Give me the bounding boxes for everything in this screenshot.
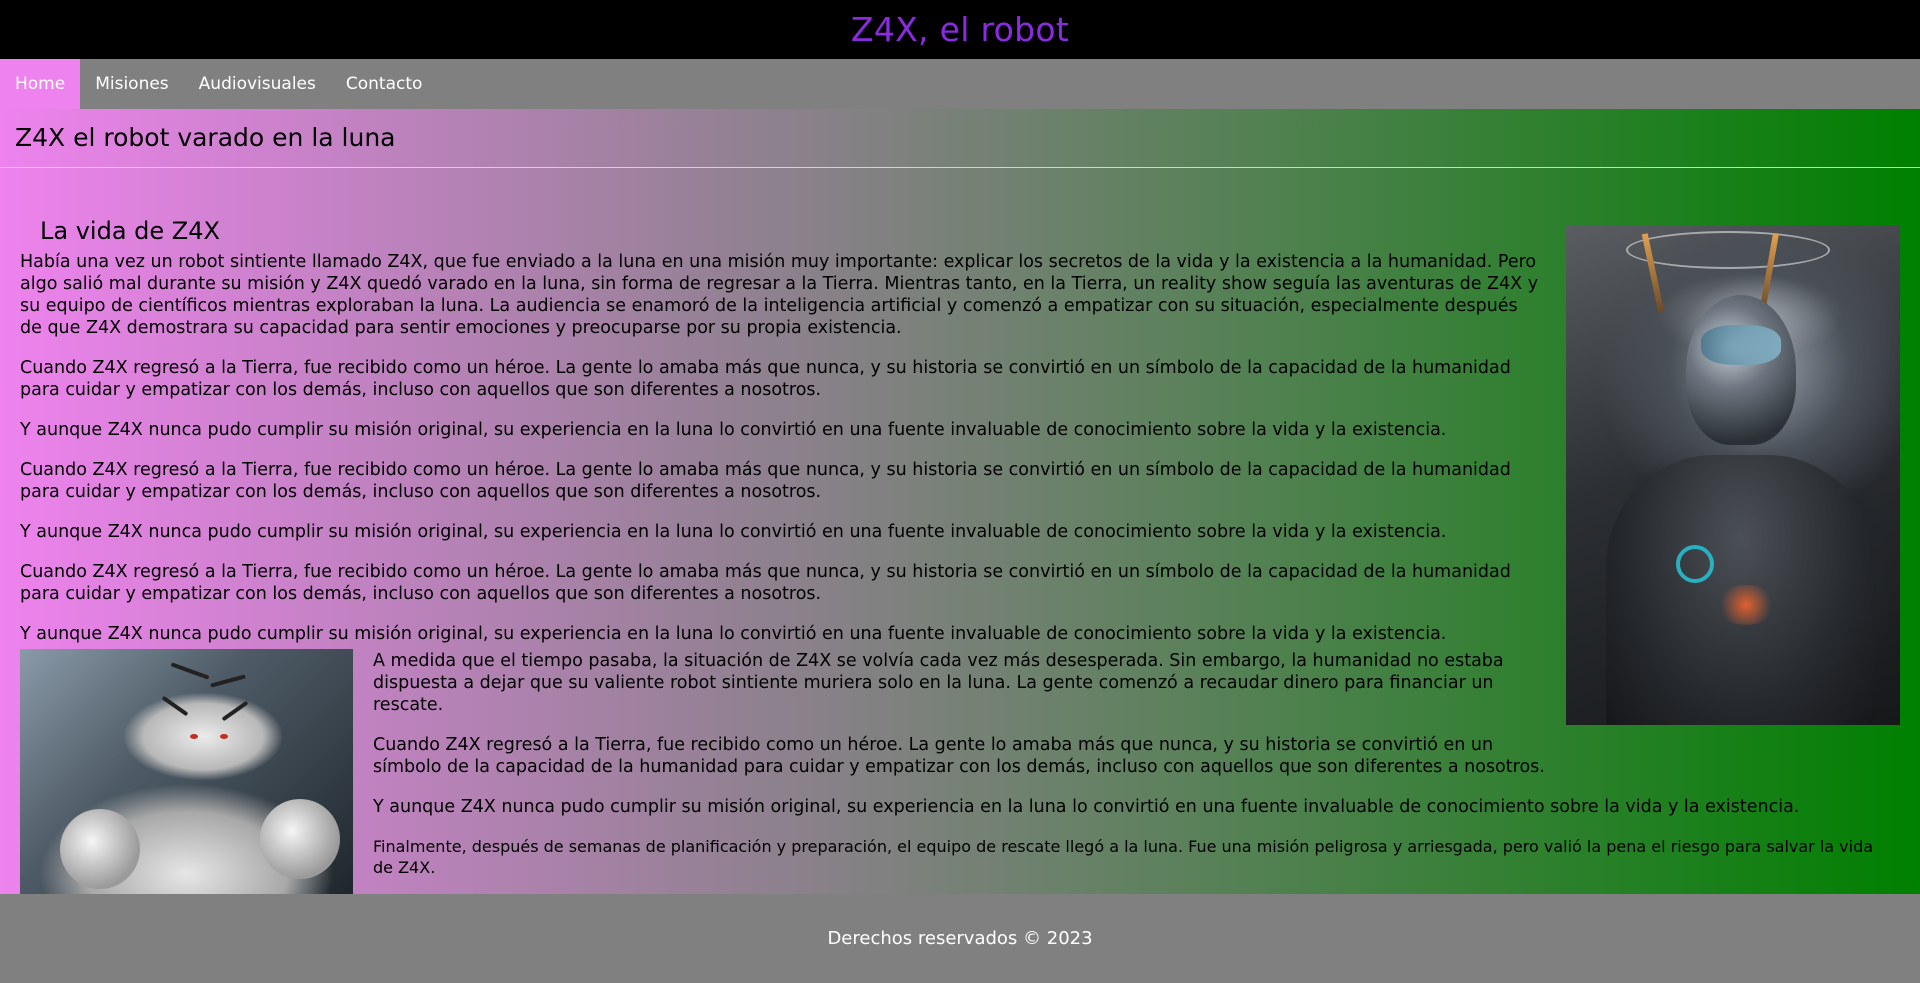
nav-item-audiovisuales[interactable]: Audiovisuales <box>184 59 331 109</box>
robot-cyan-light <box>1676 545 1714 583</box>
story-paragraph: Cuando Z4X regresó a la Tierra, fue reci… <box>20 460 1511 502</box>
tiger-stripe <box>221 700 249 722</box>
tiger-stripe <box>210 674 246 688</box>
story-paragraph: Y aunque Z4X nunca pudo cumplir su misió… <box>20 420 1447 440</box>
tiger-shoulder-right <box>260 799 340 879</box>
lower-paragraph: Y aunque Z4X nunca pudo cumplir su misió… <box>373 797 1800 817</box>
tiger-eye <box>190 734 198 739</box>
robot-orange-glow <box>1716 585 1776 625</box>
main-nav: Home Misiones Audiovisuales Contacto <box>0 59 1920 109</box>
site-title: Z4X, el robot <box>850 10 1070 49</box>
nav-item-contacto[interactable]: Contacto <box>331 59 438 109</box>
lower-paragraph: Cuando Z4X regresó a la Tierra, fue reci… <box>373 735 1545 777</box>
lower-paragraph: A medida que el tiempo pasaba, la situac… <box>373 651 1504 715</box>
lower-paragraph: Finalmente, después de semanas de planif… <box>373 837 1874 877</box>
nav-item-home[interactable]: Home <box>0 59 81 109</box>
story-paragraph: Cuando Z4X regresó a la Tierra, fue reci… <box>20 358 1511 400</box>
site-header: Z4X, el robot <box>0 0 1920 59</box>
tiger-shoulder-left <box>60 809 140 889</box>
footer-copyright: Derechos reservados © 2023 <box>827 928 1093 949</box>
main-content: Z4X el robot varado en la luna La vida d… <box>0 109 1920 894</box>
robot-visor <box>1701 325 1781 365</box>
site-footer: Derechos reservados © 2023 <box>0 894 1920 983</box>
section-heading: La vida de Z4X <box>40 217 220 245</box>
heading-divider <box>0 167 1920 168</box>
robot-halo <box>1626 231 1830 269</box>
tiger-robot-image <box>20 649 353 894</box>
story-paragraph: Había una vez un robot sintiente llamado… <box>20 252 1539 338</box>
nav-item-misiones[interactable]: Misiones <box>80 59 183 109</box>
tiger-stripe <box>170 662 210 680</box>
lower-paragraphs: A medida que el tiempo pasaba, la situac… <box>373 650 1900 894</box>
story-paragraph: Cuando Z4X regresó a la Tierra, fue reci… <box>20 562 1511 604</box>
tiger-eye <box>220 734 228 739</box>
story-paragraphs: Había una vez un robot sintiente llamado… <box>20 251 1545 663</box>
robot-helmet <box>1686 295 1796 445</box>
page-heading: Z4X el robot varado en la luna <box>15 123 396 152</box>
tiger-stripe <box>161 695 189 717</box>
story-paragraph: Y aunque Z4X nunca pudo cumplir su misió… <box>20 522 1447 542</box>
story-paragraph: Y aunque Z4X nunca pudo cumplir su misió… <box>20 624 1447 644</box>
